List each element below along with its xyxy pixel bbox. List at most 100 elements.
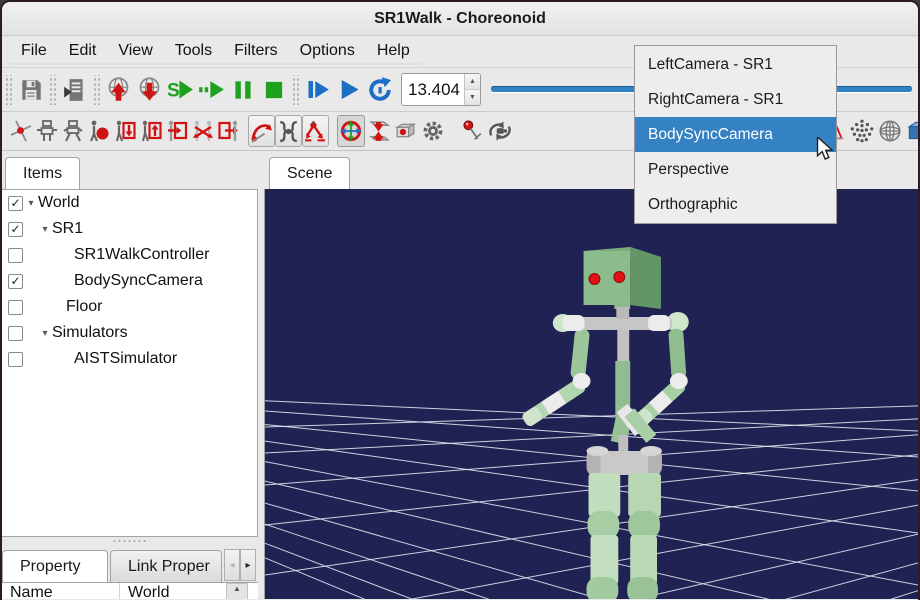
start-simulation-button[interactable]: S (165, 74, 196, 106)
splitter-grip[interactable] (112, 539, 148, 543)
time-spin-steps[interactable]: ▲ ▼ (464, 74, 480, 105)
collision-detection-icon (366, 119, 391, 144)
tree-item-label: Simulators (52, 324, 128, 342)
scroll-up-icon[interactable]: ▲ (233, 584, 241, 593)
horizontal-splitter[interactable] (2, 537, 258, 545)
checkbox[interactable]: ✓ (8, 300, 23, 315)
tab-property[interactable]: Property (2, 550, 108, 582)
property-value-cell[interactable]: World (120, 583, 178, 599)
checkbox[interactable]: ✓ (8, 326, 23, 341)
pin-marker-button[interactable] (459, 117, 486, 145)
checkbox[interactable]: ✓ (8, 274, 23, 289)
menu-edit[interactable]: Edit (58, 39, 108, 65)
open-document-button[interactable] (59, 74, 90, 106)
collision-box-button[interactable] (392, 117, 419, 145)
property-name-cell[interactable]: Name (2, 583, 120, 599)
body-swap-button[interactable] (190, 117, 216, 145)
globe-upload-button[interactable] (103, 74, 134, 106)
play-button[interactable] (333, 74, 364, 106)
expander-icon[interactable]: ▾ (38, 224, 52, 235)
robot-model[interactable] (521, 247, 689, 599)
collision-detection-button[interactable] (365, 117, 392, 145)
wireframe-sphere-button[interactable] (876, 117, 904, 145)
checkbox[interactable]: ✓ (8, 248, 23, 263)
playback-start-button[interactable] (302, 74, 333, 106)
toolbar-grip[interactable] (244, 116, 246, 146)
tab-scroll-left-icon[interactable]: ◂ (224, 549, 240, 581)
body-restore-button[interactable] (138, 117, 164, 145)
time-refresh-icon (366, 76, 394, 104)
expander-icon[interactable]: ▾ (38, 328, 52, 339)
body-store-button[interactable] (112, 117, 138, 145)
joint-braces-button[interactable] (275, 115, 302, 147)
save-button[interactable] (15, 74, 46, 106)
menu-view[interactable]: View (107, 39, 163, 65)
joint-path-button[interactable] (302, 115, 329, 147)
body-door-out-button[interactable] (216, 117, 242, 145)
toolbar-grip[interactable] (4, 75, 13, 105)
menu-file[interactable]: File (10, 39, 58, 65)
menu-options[interactable]: Options (289, 39, 366, 65)
toolbar-grip[interactable] (291, 75, 300, 105)
zmp-target-button[interactable] (337, 115, 365, 147)
checkbox[interactable]: ✓ (8, 196, 23, 211)
tree-item-label: SR1WalkController (74, 246, 209, 264)
tree-row-sr1[interactable]: ✓ ▾ SR1 (2, 216, 257, 242)
settings-gear-button[interactable] (419, 117, 447, 145)
menu-item-orthographic[interactable]: Orthographic (635, 187, 836, 222)
resume-simulation-button[interactable] (196, 74, 227, 106)
pause-simulation-button[interactable] (227, 74, 258, 106)
point-cloud-button[interactable] (848, 117, 876, 145)
menu-item-perspective[interactable]: Perspective (635, 152, 836, 187)
menu-item-rightcamera[interactable]: RightCamera - SR1 (635, 82, 836, 117)
menu-item-leftcamera[interactable]: LeftCamera - SR1 (635, 47, 836, 82)
tab-scroll-right-icon[interactable]: ▸ (240, 549, 256, 581)
body-door-in-button[interactable] (164, 117, 190, 145)
toolbar-grip[interactable] (92, 75, 101, 105)
tree-row-simulators[interactable]: ✓ ▾ Simulators (2, 320, 257, 346)
stop-simulation-button[interactable] (258, 74, 289, 106)
robot-pose-button[interactable] (34, 117, 60, 145)
scene-viewport[interactable] (264, 189, 918, 599)
menu-tools[interactable]: Tools (164, 39, 223, 65)
blue-cube-button[interactable] (904, 117, 920, 145)
stop-simulation-icon (261, 77, 287, 103)
property-scrollbar[interactable]: ▲ (226, 583, 248, 599)
body-door-in-icon (165, 119, 189, 143)
pin-marker-icon (460, 119, 485, 144)
tab-scene[interactable]: Scene (269, 157, 350, 189)
globe-download-button[interactable] (134, 74, 165, 106)
toolbar-grip[interactable] (4, 116, 6, 146)
tree-row-bodysynccamera[interactable]: ✓ ▾ BodySyncCamera (2, 268, 257, 294)
expander-icon[interactable]: ▾ (24, 198, 38, 209)
menu-item-bodysynccamera[interactable]: BodySyncCamera (635, 117, 836, 152)
menu-filters[interactable]: Filters (223, 39, 289, 65)
spin-down-icon[interactable]: ▼ (465, 90, 480, 105)
tree-row-world[interactable]: ✓ ▾ World (2, 190, 257, 216)
robot-initial-pose-button[interactable] (60, 117, 86, 145)
origin-axis-button[interactable] (8, 117, 34, 145)
tree-row-floor[interactable]: ✓ ▾ Floor (2, 294, 257, 320)
time-input[interactable] (402, 74, 464, 105)
center-of-mass-button[interactable] (86, 117, 112, 145)
item-tree: ✓ ▾ World ✓ ▾ SR1 ✓ ▾ SR1WalkController … (2, 189, 258, 537)
checkbox[interactable]: ✓ (8, 222, 23, 237)
origin-axis-icon (9, 119, 33, 143)
toolbar-grip[interactable] (48, 75, 57, 105)
time-refresh-button[interactable] (364, 74, 395, 106)
tab-link-property[interactable]: Link Proper (110, 550, 222, 582)
menu-help[interactable]: Help (366, 39, 421, 65)
tree-row-aistsimulator[interactable]: ✓ ▾ AISTSimulator (2, 346, 257, 372)
scene-3d-view[interactable] (265, 189, 918, 599)
joint-braces-icon (276, 119, 301, 144)
spin-up-icon[interactable]: ▲ (465, 74, 480, 90)
toolbar-grip[interactable] (455, 116, 457, 146)
title-bar[interactable]: SR1Walk - Choreonoid (2, 2, 918, 36)
inverse-kinematics-button[interactable] (248, 115, 275, 147)
tree-row-sr1walkcontroller[interactable]: ✓ ▾ SR1WalkController (2, 242, 257, 268)
tab-items[interactable]: Items (5, 157, 80, 189)
camera-rotate-button[interactable] (486, 117, 514, 145)
checkbox[interactable]: ✓ (8, 352, 23, 367)
property-tab-bar: Property Link Proper ◂ ▸ (2, 545, 258, 582)
time-spinbox[interactable]: ▲ ▼ (401, 73, 481, 106)
